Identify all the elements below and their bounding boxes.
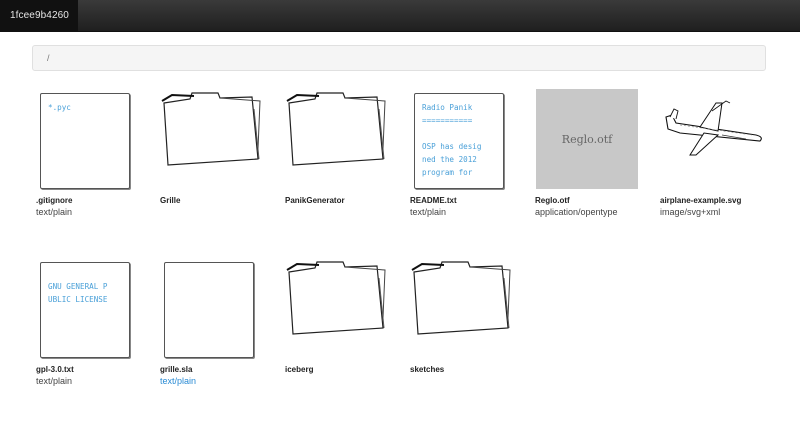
- folder-tile-sketches[interactable]: sketches: [410, 258, 530, 398]
- file-tile-gitignore[interactable]: *.pyc .gitignore text/plain: [36, 89, 156, 229]
- folder-tile-grille[interactable]: Grille: [160, 89, 280, 229]
- folder-tile-panikgenerator[interactable]: PanikGenerator: [285, 89, 405, 229]
- repo-brand[interactable]: 1fcee9b4260: [0, 0, 78, 31]
- folder-icon: [285, 258, 395, 358]
- font-preview: Reglo.otf: [536, 89, 638, 189]
- folder-name[interactable]: sketches: [410, 365, 444, 374]
- file-mime-type: image/svg+xml: [660, 207, 721, 217]
- file-name[interactable]: gpl-3.0.txt: [36, 365, 74, 374]
- file-mime-type: text/plain: [36, 376, 73, 386]
- folder-icon: [410, 258, 520, 358]
- file-name[interactable]: .gitignore: [36, 196, 72, 205]
- text-preview-content: *.pyc: [48, 103, 71, 112]
- breadcrumb: /: [32, 45, 766, 71]
- text-preview: GNU GENERAL P UBLIC LICENSE: [36, 258, 146, 358]
- file-tile-grille-sla[interactable]: grille.sla text/plain: [160, 258, 280, 398]
- folder-tile-iceberg[interactable]: iceberg: [285, 258, 405, 398]
- file-tile-airplane[interactable]: airplane-example.svg image/svg+xml: [660, 89, 780, 229]
- file-name[interactable]: grille.sla: [160, 365, 192, 374]
- folder-icon: [285, 89, 395, 189]
- text-preview: [160, 258, 270, 358]
- folder-name[interactable]: iceberg: [285, 365, 313, 374]
- file-mime-type-link[interactable]: text/plain: [160, 376, 196, 386]
- file-name[interactable]: airplane-example.svg: [660, 196, 741, 205]
- top-navbar: 1fcee9b4260: [0, 0, 800, 32]
- text-preview: *.pyc: [36, 89, 146, 189]
- file-tile-reglo[interactable]: Reglo.otf Reglo.otf application/opentype: [535, 89, 655, 229]
- folder-name[interactable]: Grille: [160, 196, 180, 205]
- file-name[interactable]: README.txt: [410, 196, 457, 205]
- file-mime-type: application/opentype: [535, 207, 618, 217]
- file-tile-gpl[interactable]: GNU GENERAL P UBLIC LICENSE gpl-3.0.txt …: [36, 258, 156, 398]
- text-preview-content: Radio Panik =========== OSP has desig ne…: [422, 103, 482, 177]
- breadcrumb-path[interactable]: /: [47, 53, 50, 63]
- folder-name[interactable]: PanikGenerator: [285, 196, 345, 205]
- text-preview: Radio Panik =========== OSP has desig ne…: [410, 89, 520, 189]
- text-preview-content: GNU GENERAL P UBLIC LICENSE: [48, 282, 108, 304]
- folder-icon: [160, 89, 270, 189]
- file-name[interactable]: Reglo.otf: [535, 196, 570, 205]
- file-mime-type: text/plain: [36, 207, 73, 217]
- airplane-image: [660, 89, 770, 189]
- file-tile-readme[interactable]: Radio Panik =========== OSP has desig ne…: [410, 89, 530, 229]
- file-mime-type: text/plain: [410, 207, 447, 217]
